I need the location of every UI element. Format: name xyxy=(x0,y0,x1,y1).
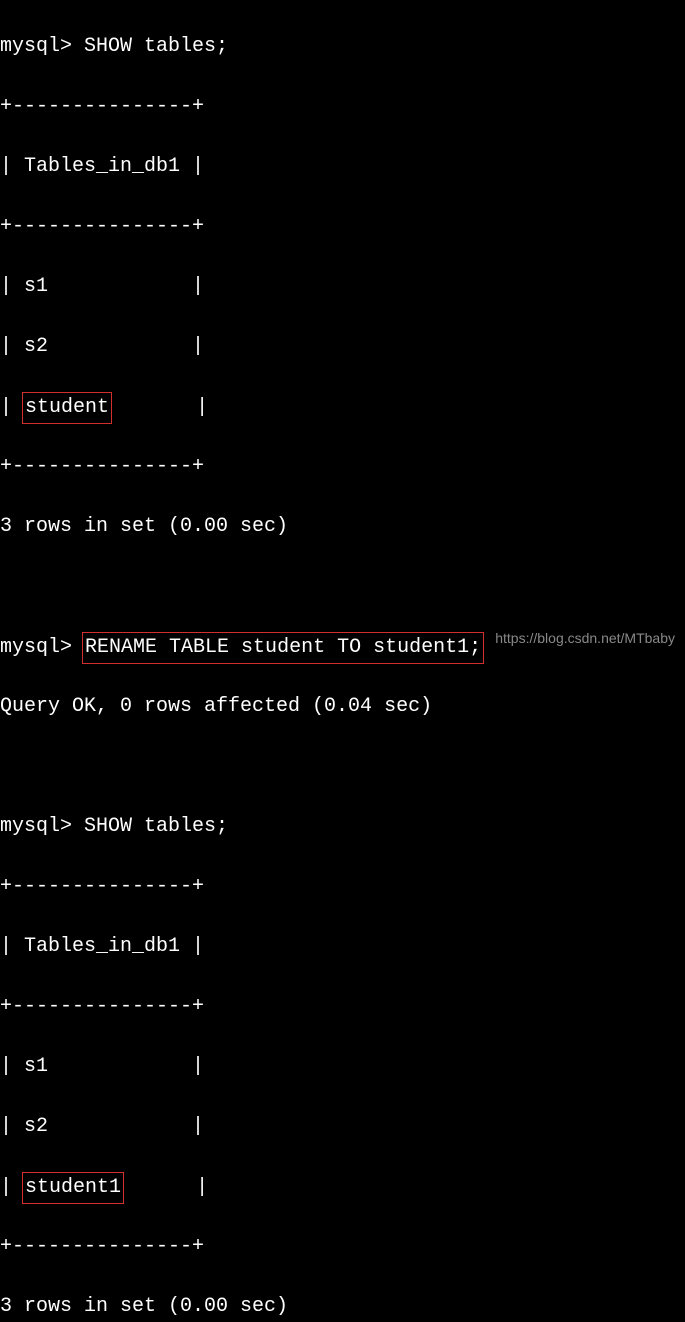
column-header: Tables_in_db1 xyxy=(12,155,192,178)
table-border: +---------------+ xyxy=(0,212,685,242)
table-row: | s1 | xyxy=(0,272,685,302)
column-header: Tables_in_db1 xyxy=(12,935,192,958)
prompt: mysql> xyxy=(0,815,72,838)
cell-value: s2 xyxy=(12,335,192,358)
command-text: SHOW tables; xyxy=(84,35,228,58)
table-header-row: | Tables_in_db1 | xyxy=(0,932,685,962)
blank-line xyxy=(0,752,685,782)
terminal-output: mysql> SHOW tables; +---------------+ | … xyxy=(0,2,685,1322)
watermark-text: https://blog.csdn.net/MTbaby xyxy=(495,628,675,649)
result-line: 3 rows in set (0.00 sec) xyxy=(0,1292,685,1322)
highlighted-value-student1: student1 xyxy=(22,1172,124,1204)
table-row: | student1 | xyxy=(0,1172,685,1202)
table-border: +---------------+ xyxy=(0,452,685,482)
cell-value: s2 xyxy=(12,1115,192,1138)
prompt: mysql> xyxy=(0,636,72,659)
cmd-line-3: mysql> SHOW tables; xyxy=(0,812,685,842)
table-border: +---------------+ xyxy=(0,1232,685,1262)
table-border: +---------------+ xyxy=(0,992,685,1022)
table-border: +---------------+ xyxy=(0,872,685,902)
cmd-line-1: mysql> SHOW tables; xyxy=(0,32,685,62)
result-line: 3 rows in set (0.00 sec) xyxy=(0,512,685,542)
table-row: | student | xyxy=(0,392,685,422)
highlighted-value-student: student xyxy=(22,392,112,424)
table-row: | s2 | xyxy=(0,332,685,362)
table-row: | s2 | xyxy=(0,1112,685,1142)
cell-value: s1 xyxy=(12,275,192,298)
query-result: Query OK, 0 rows affected (0.04 sec) xyxy=(0,692,685,722)
table-border: +---------------+ xyxy=(0,92,685,122)
command-text: SHOW tables; xyxy=(84,815,228,838)
blank-line xyxy=(0,572,685,602)
cell-value: s1 xyxy=(12,1055,192,1078)
highlighted-command-rename: RENAME TABLE student TO student1; xyxy=(82,632,484,664)
table-header-row: | Tables_in_db1 | xyxy=(0,152,685,182)
prompt: mysql> xyxy=(0,35,72,58)
table-row: | s1 | xyxy=(0,1052,685,1082)
